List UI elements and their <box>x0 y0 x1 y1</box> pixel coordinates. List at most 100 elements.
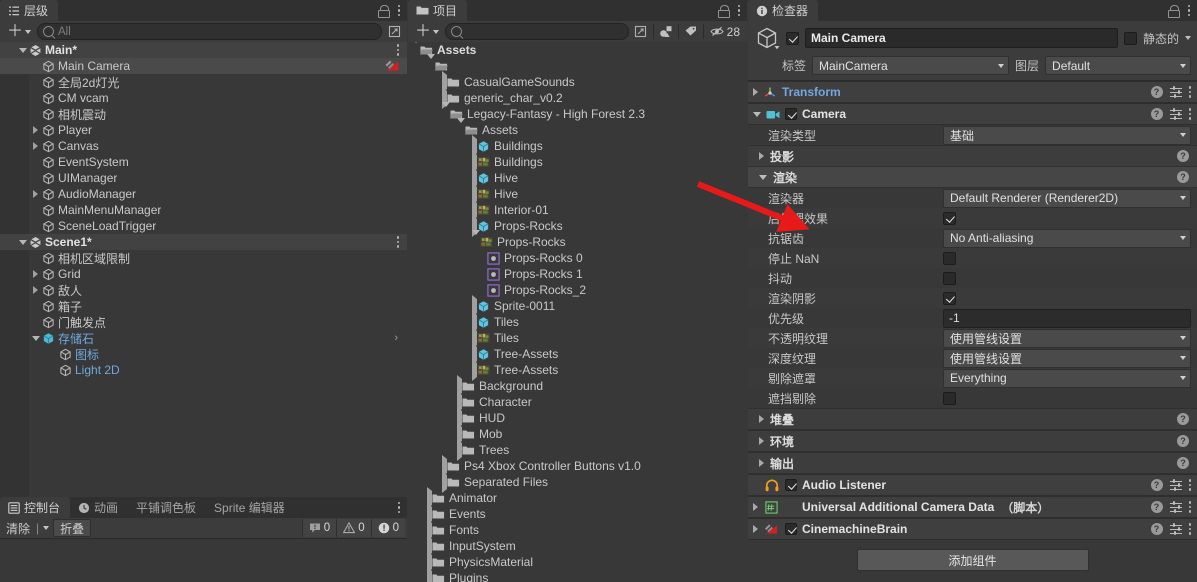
twisty[interactable] <box>472 235 480 249</box>
project-item-row[interactable]: Props-Rocks 1 <box>408 266 747 282</box>
project-item-row[interactable]: Buildings <box>408 138 747 154</box>
component-enabled-checkbox[interactable] <box>785 479 797 491</box>
project-item-row[interactable]: Events <box>408 506 747 522</box>
hierarchy-item-row[interactable]: CM vcam <box>0 90 407 106</box>
log-count[interactable]: 0 <box>302 519 336 537</box>
hidden-assets-toggle[interactable]: 28 <box>706 23 744 40</box>
hierarchy-item-row[interactable]: 相机区域限制 <box>0 250 407 266</box>
hierarchy-menu-icon[interactable] <box>398 5 401 17</box>
project-tree[interactable]: Assets CasualGameSounds generic_char_v0.… <box>408 42 747 582</box>
scene-menu-icon[interactable] <box>397 44 400 56</box>
hierarchy-item-row[interactable]: 相机震动 <box>0 106 407 122</box>
search-popout-icon[interactable] <box>384 23 404 40</box>
expand-arrow-icon[interactable] <box>753 525 758 533</box>
project-item-row[interactable]: Assets <box>408 122 747 138</box>
project-search[interactable] <box>445 23 629 40</box>
render-type-dropdown[interactable]: 基础 <box>943 126 1191 145</box>
project-item-row[interactable]: Sprite-0011 <box>408 298 747 314</box>
component-header-camera[interactable]: Camera ? <box>748 103 1197 125</box>
collapse-arrow-icon[interactable] <box>759 175 767 180</box>
group-rendering[interactable]: 渲染 ? <box>748 167 1197 188</box>
camera-prop-dropdown[interactable]: 使用管线设置 <box>943 349 1191 368</box>
lock-icon[interactable] <box>1168 5 1179 17</box>
project-item-row[interactable]: Interior-01 <box>408 202 747 218</box>
twisty[interactable] <box>16 48 29 53</box>
error-count[interactable]: 0 <box>371 519 405 537</box>
filter-by-label-icon[interactable] <box>681 23 701 40</box>
hierarchy-item-row[interactable]: AudioManager <box>0 186 407 202</box>
camera-prop-checkbox[interactable] <box>943 252 956 265</box>
twisty[interactable] <box>29 270 42 278</box>
help-icon[interactable]: ? <box>1151 108 1163 120</box>
camera-prop-field[interactable]: -1 <box>943 309 1191 328</box>
component-header-transform[interactable]: Transform ? <box>748 81 1197 103</box>
hierarchy-item-row[interactable]: 敌人 <box>0 282 407 298</box>
camera-collapsed-group[interactable]: 堆叠? <box>748 408 1197 430</box>
camera-prop-checkbox[interactable] <box>943 292 956 305</box>
tab-tile-palette[interactable]: 平铺调色板 <box>128 497 206 518</box>
project-item-row[interactable]: Separated Files <box>408 474 747 490</box>
preset-icon[interactable] <box>1170 502 1182 513</box>
expand-arrow-icon[interactable] <box>753 503 758 511</box>
expand-arrow-icon[interactable] <box>759 152 764 160</box>
tab-sprite-editor[interactable]: Sprite 编辑器 <box>206 497 295 518</box>
project-menu-icon[interactable] <box>738 5 741 17</box>
tab-hierarchy[interactable]: 层级 <box>0 0 58 21</box>
hierarchy-item-row[interactable]: 箱子 <box>0 298 407 314</box>
twisty[interactable] <box>427 59 435 73</box>
hierarchy-item-row[interactable]: Main Camera <box>0 58 407 74</box>
hierarchy-search[interactable] <box>37 23 382 40</box>
lock-icon[interactable] <box>718 5 729 17</box>
help-icon[interactable]: ? <box>1177 413 1189 425</box>
twisty[interactable] <box>412 43 420 57</box>
hierarchy-tree[interactable]: Main* Main Camera 全局2d灯光 CM vcam 相机震动 Pl… <box>0 42 407 497</box>
project-item-row[interactable]: Props-Rocks_2 <box>408 282 747 298</box>
component-menu-icon[interactable] <box>1189 501 1192 513</box>
help-icon[interactable]: ? <box>1177 150 1189 162</box>
twisty[interactable] <box>29 286 42 294</box>
hierarchy-item-row[interactable]: 存储石› <box>0 330 407 346</box>
help-icon[interactable]: ? <box>1177 435 1189 447</box>
filter-by-type-icon[interactable] <box>656 23 676 40</box>
add-component-button[interactable]: 添加组件 <box>857 549 1089 571</box>
hierarchy-item-row[interactable]: 门触发点 <box>0 314 407 330</box>
camera-prop-checkbox[interactable] <box>943 392 956 405</box>
project-item-row[interactable]: Props-Rocks <box>408 234 747 250</box>
hierarchy-item-row[interactable]: Player <box>0 122 407 138</box>
preset-icon[interactable] <box>1170 480 1182 491</box>
clear-dropdown-button[interactable] <box>39 520 53 536</box>
static-checkbox[interactable] <box>1124 32 1137 45</box>
component-header[interactable]: Audio Listener? <box>748 474 1197 496</box>
prefab-open-chevron-icon[interactable]: › <box>394 333 398 344</box>
project-item-row[interactable]: Assets <box>408 42 747 58</box>
camera-prop-dropdown[interactable]: Default Renderer (Renderer2D) <box>943 189 1191 208</box>
project-item-row[interactable]: Buildings <box>408 154 747 170</box>
create-asset-button[interactable]: ＋ <box>411 25 443 38</box>
project-item-row[interactable]: InputSystem <box>408 538 747 554</box>
component-header[interactable]: Universal Additional Camera Data（脚本）? <box>748 496 1197 518</box>
twisty[interactable] <box>457 123 465 137</box>
component-menu-icon[interactable] <box>1189 523 1192 535</box>
help-icon[interactable]: ? <box>1177 457 1189 469</box>
warning-count[interactable]: 0 <box>336 519 370 537</box>
gameobject-name-field[interactable]: Main Camera <box>805 28 1118 48</box>
hierarchy-item-row[interactable]: SceneLoadTrigger <box>0 218 407 234</box>
expand-arrow-icon[interactable] <box>753 88 758 96</box>
tab-console[interactable]: 控制台 <box>0 497 70 518</box>
camera-prop-dropdown[interactable]: 使用管线设置 <box>943 329 1191 348</box>
project-item-row[interactable]: Tree-Assets <box>408 346 747 362</box>
tag-dropdown[interactable]: MainCamera <box>812 56 1009 75</box>
hierarchy-item-row[interactable]: 全局2d灯光 <box>0 74 407 90</box>
camera-prop-checkbox[interactable] <box>943 212 956 225</box>
project-search-input[interactable] <box>466 26 624 38</box>
help-icon[interactable]: ? <box>1151 86 1163 98</box>
collapse-arrow-icon[interactable] <box>753 112 761 117</box>
hierarchy-search-input[interactable] <box>58 26 377 38</box>
component-menu-icon[interactable] <box>1189 86 1192 98</box>
help-icon[interactable]: ? <box>1151 523 1163 535</box>
hierarchy-scene-row[interactable]: Main* <box>0 42 407 58</box>
expand-arrow-icon[interactable] <box>759 437 764 445</box>
preset-icon[interactable] <box>1170 87 1182 98</box>
hierarchy-item-row[interactable]: MainMenuManager <box>0 202 407 218</box>
twisty[interactable] <box>29 336 42 341</box>
